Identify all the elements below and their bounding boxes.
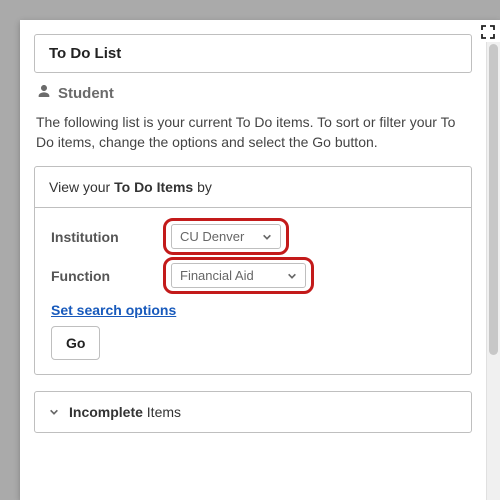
page-title-text: To Do List bbox=[49, 45, 121, 62]
chevron-down-icon bbox=[49, 407, 59, 417]
institution-row: Institution CU Denver bbox=[51, 224, 455, 249]
main-panel: To Do List Student The following list is… bbox=[20, 20, 500, 500]
function-select-wrap: Financial Aid bbox=[171, 263, 306, 288]
chevron-down-icon bbox=[262, 232, 272, 242]
description-text: The following list is your current To Do… bbox=[36, 113, 470, 152]
page-title: To Do List bbox=[34, 34, 472, 73]
filter-heading: View your To Do Items by bbox=[35, 167, 471, 208]
section-title: Incomplete Items bbox=[69, 404, 181, 420]
function-value: Financial Aid bbox=[180, 268, 254, 283]
function-row: Function Financial Aid bbox=[51, 263, 455, 288]
institution-label: Institution bbox=[51, 229, 171, 245]
filter-box: View your To Do Items by Institution CU … bbox=[34, 166, 472, 375]
scrollbar[interactable] bbox=[486, 42, 500, 500]
function-select[interactable]: Financial Aid bbox=[171, 263, 306, 288]
institution-select-wrap: CU Denver bbox=[171, 224, 281, 249]
chevron-down-icon bbox=[287, 271, 297, 281]
user-icon bbox=[36, 83, 52, 103]
expand-icon[interactable] bbox=[480, 24, 496, 40]
set-search-options-link[interactable]: Set search options bbox=[51, 302, 176, 318]
institution-select[interactable]: CU Denver bbox=[171, 224, 281, 249]
incomplete-items-section[interactable]: Incomplete Items bbox=[34, 391, 472, 433]
institution-value: CU Denver bbox=[180, 229, 244, 244]
go-button[interactable]: Go bbox=[51, 326, 100, 360]
role-label: Student bbox=[58, 85, 114, 102]
scrollbar-thumb[interactable] bbox=[489, 44, 498, 355]
filter-body: Institution CU Denver Function Financial… bbox=[35, 208, 471, 374]
role-row: Student bbox=[36, 83, 472, 103]
function-label: Function bbox=[51, 268, 171, 284]
